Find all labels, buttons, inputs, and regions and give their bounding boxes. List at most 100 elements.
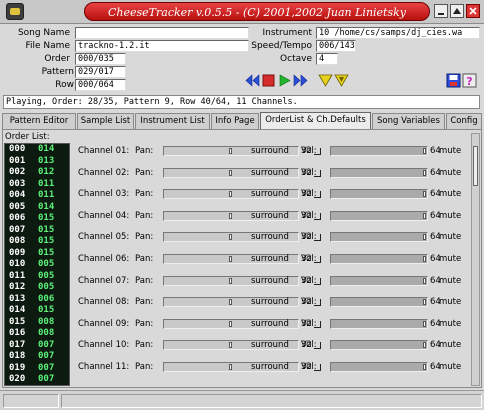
order-list-row[interactable]: 014 015 (5, 305, 69, 317)
surround-label: surround (251, 254, 289, 264)
close-button[interactable] (466, 4, 480, 18)
order-pattern: 015 (38, 213, 55, 223)
row-field[interactable]: 000/064 (75, 79, 126, 91)
order-list-row[interactable]: 018 007 (5, 351, 69, 363)
vol-slider[interactable] (330, 167, 428, 178)
pan-slider-thumb[interactable] (229, 212, 232, 219)
vol-slider-thumb[interactable] (423, 277, 426, 284)
pan-slider-thumb[interactable] (229, 148, 232, 154)
save-icon[interactable] (446, 73, 461, 88)
order-pattern: 008 (38, 316, 55, 327)
vol-slider-thumb[interactable] (423, 299, 426, 306)
order-list-row[interactable]: 000 014 (5, 144, 69, 156)
triangle-down-alt-icon[interactable] (334, 73, 349, 88)
pan-slider-thumb[interactable] (229, 234, 232, 241)
pattern-field[interactable]: 029/017 (75, 66, 126, 78)
stop-icon[interactable] (261, 73, 276, 88)
vol-slider[interactable] (330, 189, 428, 200)
mute-label: mute (439, 275, 462, 286)
surround-label: surround (251, 167, 289, 178)
file-name-field[interactable]: trackno-1.2.it (75, 40, 249, 52)
fast-forward-icon[interactable] (293, 73, 308, 88)
tab-info-page[interactable]: Info Page (211, 113, 259, 130)
help-icon[interactable]: ? (462, 73, 477, 88)
minimize-button[interactable] (434, 4, 448, 18)
order-list-row[interactable]: 016 008 (5, 328, 69, 340)
order-number: 014 (9, 305, 26, 315)
maximize-button[interactable] (450, 4, 464, 18)
vol-slider-thumb[interactable] (423, 234, 426, 241)
pan-slider-thumb[interactable] (229, 277, 232, 284)
status-cell-left (3, 394, 59, 408)
order-list-row[interactable]: 005 014 (5, 202, 69, 214)
order-list-row[interactable]: 004 011 (5, 190, 69, 202)
vol-slider[interactable] (330, 275, 428, 286)
vol-slider[interactable] (330, 318, 428, 329)
play-icon[interactable] (277, 73, 292, 88)
vol-slider[interactable] (330, 210, 428, 221)
vol-slider-thumb[interactable] (423, 169, 426, 176)
tab-config[interactable]: Config (446, 113, 482, 130)
pan-slider-thumb[interactable] (229, 256, 232, 262)
order-list-row[interactable]: 019 007 (5, 363, 69, 375)
octave-field[interactable]: 4 (316, 53, 338, 65)
order-list-row[interactable]: 015 008 (5, 317, 69, 329)
order-list-row[interactable]: 017 007 (5, 340, 69, 352)
scrollbar-thumb[interactable] (473, 146, 478, 186)
order-list-row[interactable]: 011 005 (5, 271, 69, 283)
order-list-row[interactable]: 009 015 (5, 248, 69, 260)
tab-sample-list[interactable]: Sample List (77, 113, 134, 130)
order-list-row[interactable]: 010 005 (5, 259, 69, 271)
vol-slider-thumb[interactable] (423, 191, 426, 198)
tab-song-variables[interactable]: Song Variables (372, 113, 445, 130)
order-list-row[interactable]: 001 013 (5, 156, 69, 168)
song-name-field[interactable] (75, 27, 249, 39)
vol-slider-thumb[interactable] (423, 148, 426, 154)
tab-orderlist-ch-defaults[interactable]: OrderList & Ch.Defaults (260, 112, 371, 130)
order-list-row[interactable]: 003 011 (5, 179, 69, 191)
pan-slider-thumb[interactable] (229, 342, 232, 349)
rewind-icon[interactable] (245, 73, 260, 88)
pan-label: Pan: (135, 167, 154, 178)
vol-slider[interactable] (330, 146, 428, 156)
vol-slider[interactable] (330, 232, 428, 243)
order-list-row[interactable]: 020 007 (5, 374, 69, 385)
order-pattern: 014 (38, 144, 55, 154)
order-list[interactable]: 000 014 001 013 002 012 003 011 004 011 005 014 006 0… (4, 143, 70, 386)
order-list-row[interactable]: 006 015 (5, 213, 69, 225)
vol-slider[interactable] (330, 340, 428, 351)
vol-slider[interactable] (330, 254, 428, 264)
order-list-row[interactable]: 012 005 (5, 282, 69, 294)
vol-label: Vol: (301, 232, 317, 243)
tab-instrument-list[interactable]: Instrument List (135, 113, 210, 130)
vol-slider-thumb[interactable] (423, 364, 426, 370)
order-list-row[interactable]: 007 015 (5, 225, 69, 237)
instrument-field[interactable]: 10 /home/cs/samps/dj_cies.wa (316, 27, 480, 39)
pan-label: Pan: (135, 146, 154, 156)
vol-slider-fill (331, 276, 427, 285)
order-list-row[interactable]: 008 015 (5, 236, 69, 248)
vol-slider[interactable] (330, 362, 428, 372)
title-bar[interactable]: CheeseTracker v.0.5.5 - (C) 2001,2002 Ju… (0, 0, 484, 24)
order-list-row[interactable]: 002 012 (5, 167, 69, 179)
pan-slider-thumb[interactable] (229, 169, 232, 176)
pattern-label: Pattern (41, 67, 74, 77)
app-icon[interactable] (6, 3, 24, 20)
vertical-scrollbar[interactable] (471, 133, 480, 386)
vol-slider-thumb[interactable] (423, 212, 426, 219)
vol-slider[interactable] (330, 297, 428, 308)
pan-slider-thumb[interactable] (229, 320, 232, 327)
vol-slider-thumb[interactable] (423, 256, 426, 262)
order-number: 006 (9, 213, 26, 223)
pan-slider-thumb[interactable] (229, 299, 232, 306)
order-field[interactable]: 000/035 (75, 53, 126, 65)
triangle-down-icon[interactable] (318, 73, 333, 88)
order-list-row[interactable]: 013 006 (5, 294, 69, 306)
vol-slider-thumb[interactable] (423, 320, 426, 327)
tab-pattern-editor[interactable]: Pattern Editor (2, 113, 76, 130)
channel-name: Channel 06: (78, 254, 130, 264)
speed-tempo-field[interactable]: 006/143 (316, 40, 356, 52)
pan-slider-thumb[interactable] (229, 191, 232, 198)
pan-slider-thumb[interactable] (229, 364, 232, 370)
vol-slider-thumb[interactable] (423, 342, 426, 349)
